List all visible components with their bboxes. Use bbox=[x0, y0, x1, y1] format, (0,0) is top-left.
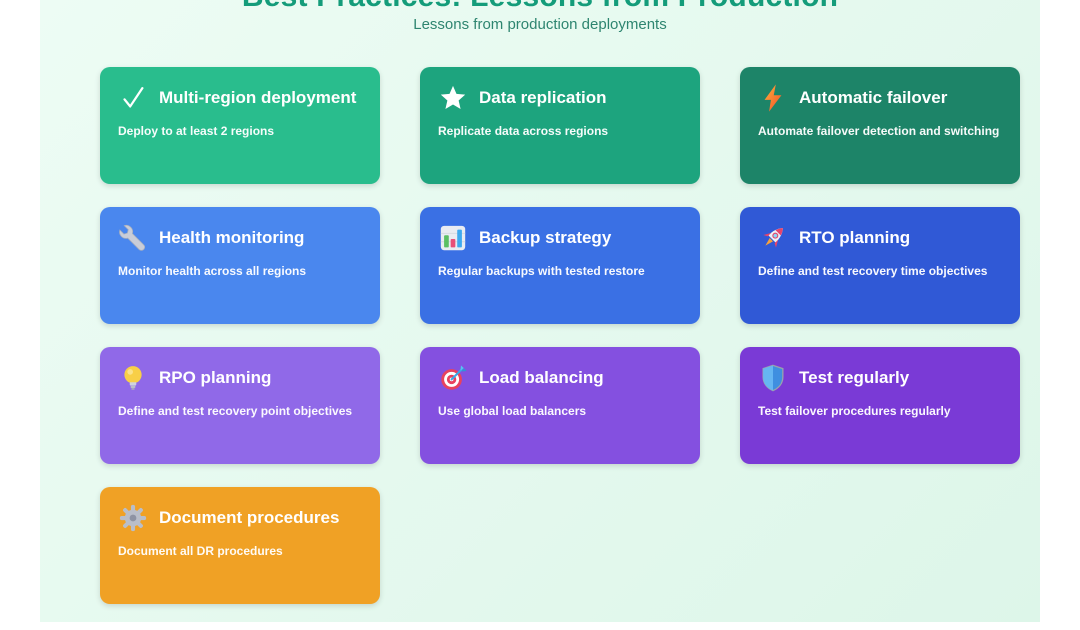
card-title: Document procedures bbox=[159, 508, 339, 528]
card-document-procedures: Document procedures Document all DR proc… bbox=[100, 487, 380, 604]
check-icon bbox=[118, 83, 148, 113]
gear-icon bbox=[118, 503, 148, 533]
card-description: Monitor health across all regions bbox=[118, 261, 362, 281]
card-description: Replicate data across regions bbox=[438, 121, 682, 141]
card-header: Backup strategy bbox=[438, 223, 682, 253]
target-icon bbox=[438, 363, 468, 393]
star-icon bbox=[438, 83, 468, 113]
card-automatic-failover: Automatic failover Automate failover det… bbox=[740, 67, 1020, 184]
card-description: Define and test recovery time objectives bbox=[758, 261, 1002, 281]
bar-chart-icon bbox=[438, 223, 468, 253]
lightning-icon bbox=[758, 83, 788, 113]
card-title: RTO planning bbox=[799, 228, 910, 248]
card-description: Regular backups with tested restore bbox=[438, 261, 682, 281]
shield-icon bbox=[758, 363, 788, 393]
card-multi-region-deployment: Multi-region deployment Deploy to at lea… bbox=[100, 67, 380, 184]
card-title: Data replication bbox=[479, 88, 607, 108]
wrench-icon bbox=[118, 223, 148, 253]
card-title: Multi-region deployment bbox=[159, 88, 356, 108]
card-rto-planning: RTO planning Define and test recovery ti… bbox=[740, 207, 1020, 324]
card-header: Automatic failover bbox=[758, 83, 1002, 113]
card-title: RPO planning bbox=[159, 368, 271, 388]
card-header: Document procedures bbox=[118, 503, 362, 533]
slide: Best Practices: Lessons from Production … bbox=[40, 0, 1040, 622]
page-subtitle: Lessons from production deployments bbox=[40, 17, 1040, 33]
card-description: Deploy to at least 2 regions bbox=[118, 121, 362, 141]
card-data-replication: Data replication Replicate data across r… bbox=[420, 67, 700, 184]
card-description: Automate failover detection and switchin… bbox=[758, 121, 1002, 141]
card-test-regularly: Test regularly Test failover procedures … bbox=[740, 347, 1020, 464]
card-header: Data replication bbox=[438, 83, 682, 113]
card-description: Test failover procedures regularly bbox=[758, 401, 1002, 421]
cards-grid: Multi-region deployment Deploy to at lea… bbox=[100, 67, 1020, 604]
card-backup-strategy: Backup strategy Regular backups with tes… bbox=[420, 207, 700, 324]
card-header: Load balancing bbox=[438, 363, 682, 393]
card-load-balancing: Load balancing Use global load balancers bbox=[420, 347, 700, 464]
card-title: Health monitoring bbox=[159, 228, 304, 248]
card-title: Test regularly bbox=[799, 368, 909, 388]
lightbulb-icon bbox=[118, 363, 148, 393]
card-title: Automatic failover bbox=[799, 88, 947, 108]
card-header: Health monitoring bbox=[118, 223, 362, 253]
card-description: Document all DR procedures bbox=[118, 541, 362, 561]
card-header: RPO planning bbox=[118, 363, 362, 393]
card-title: Backup strategy bbox=[479, 228, 611, 248]
rocket-icon bbox=[758, 223, 788, 253]
card-header: Multi-region deployment bbox=[118, 83, 362, 113]
card-title: Load balancing bbox=[479, 368, 604, 388]
page-title: Best Practices: Lessons from Production bbox=[40, 0, 1040, 14]
card-description: Define and test recovery point objective… bbox=[118, 401, 362, 421]
card-description: Use global load balancers bbox=[438, 401, 682, 421]
card-rpo-planning: RPO planning Define and test recovery po… bbox=[100, 347, 380, 464]
card-header: Test regularly bbox=[758, 363, 1002, 393]
card-health-monitoring: Health monitoring Monitor health across … bbox=[100, 207, 380, 324]
card-header: RTO planning bbox=[758, 223, 1002, 253]
